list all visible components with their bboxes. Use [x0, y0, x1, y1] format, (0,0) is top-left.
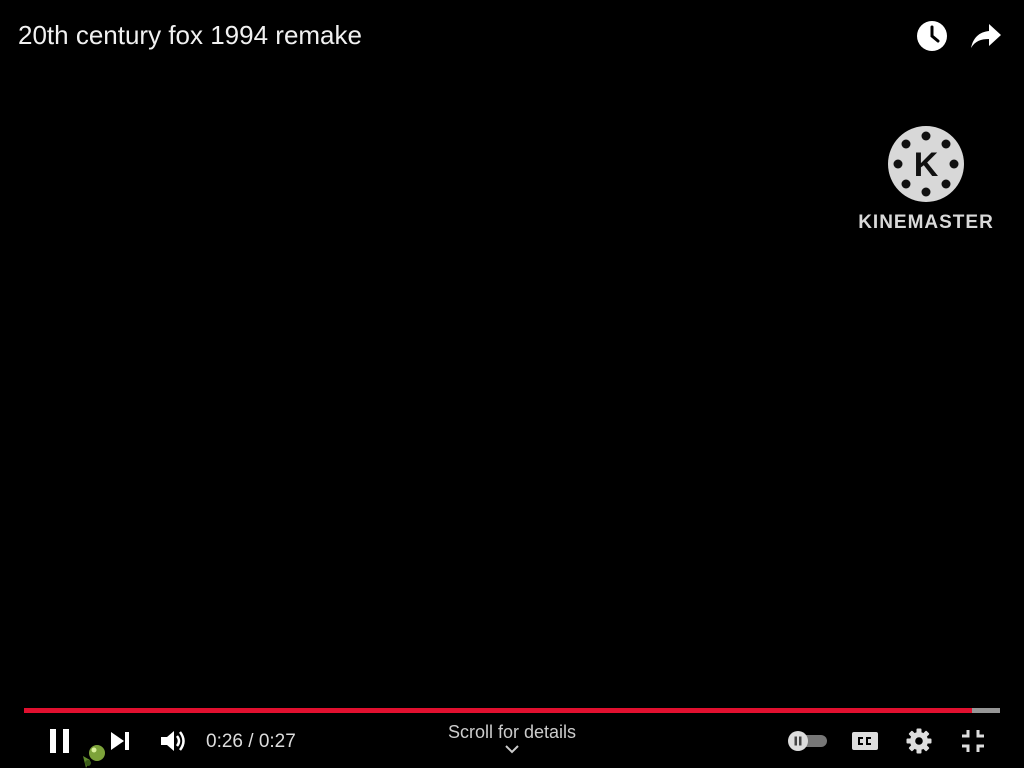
cursor-sprite-icon	[83, 745, 105, 768]
kinemaster-logo-icon: K	[888, 126, 964, 202]
autoplay-toggle[interactable]	[786, 722, 830, 760]
kinemaster-watermark: K KINEMASTER	[856, 124, 996, 234]
time-separator: /	[242, 731, 259, 752]
watermark-logo-letter: K	[914, 146, 939, 184]
pause-icon	[50, 729, 69, 753]
volume-icon	[161, 731, 185, 751]
clock-icon	[917, 21, 947, 51]
next-icon	[111, 732, 129, 750]
share-button[interactable]	[968, 18, 1004, 54]
progress-played	[24, 708, 972, 713]
video-title[interactable]: 20th century fox 1994 remake	[18, 20, 362, 51]
share-arrow-icon	[971, 24, 1001, 48]
exit-fullscreen-icon	[962, 730, 984, 752]
duration: 0:27	[258, 731, 296, 752]
scroll-for-details[interactable]: Scroll for details	[412, 722, 612, 754]
autoplay-toggle-icon	[788, 731, 827, 751]
time-display: 0:26 / 0:27	[206, 731, 296, 753]
watermark-text: KINEMASTER	[858, 212, 994, 233]
settings-button[interactable]	[900, 722, 938, 760]
exit-fullscreen-button[interactable]	[954, 722, 992, 760]
watch-later-button[interactable]	[914, 18, 950, 54]
captions-button[interactable]	[846, 722, 884, 760]
chevron-down-icon	[505, 745, 519, 754]
volume-button[interactable]	[154, 722, 192, 760]
scroll-hint-label: Scroll for details	[447, 722, 577, 742]
current-time: 0:26	[206, 731, 243, 752]
gear-icon	[906, 728, 932, 754]
progress-bar[interactable]	[24, 708, 1000, 713]
cc-icon	[852, 732, 878, 750]
pause-button[interactable]	[40, 722, 80, 760]
video-player[interactable]: 20th century fox 1994 remake K KINEMASTE…	[0, 0, 1024, 768]
